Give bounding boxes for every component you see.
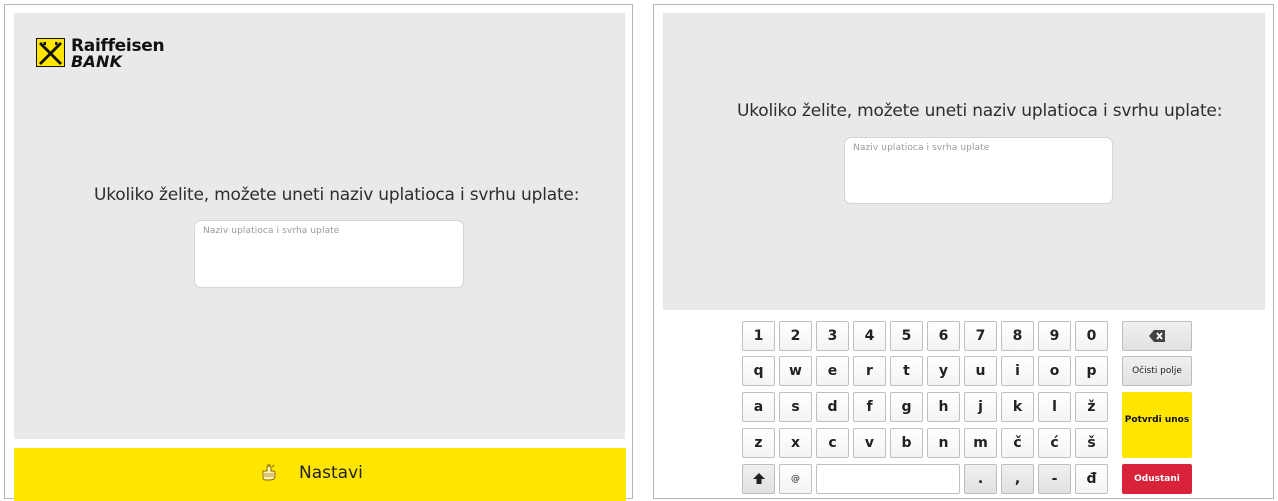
key-o[interactable]: o <box>1038 356 1071 386</box>
key-z[interactable]: z <box>742 428 775 458</box>
key-g[interactable]: g <box>890 392 923 422</box>
key-v[interactable]: v <box>853 428 886 458</box>
key-s[interactable]: s <box>779 392 812 422</box>
payer-purpose-input[interactable]: Naziv uplatioca i svrha uplate <box>194 220 464 288</box>
key-w[interactable]: w <box>779 356 812 386</box>
payer-purpose-placeholder: Naziv uplatioca i svrha uplate <box>853 143 990 153</box>
key-0[interactable]: 0 <box>1075 321 1108 351</box>
key-m[interactable]: m <box>964 428 997 458</box>
key-f[interactable]: f <box>853 392 886 422</box>
backspace-button[interactable] <box>1122 321 1192 351</box>
key-dot[interactable]: . <box>964 464 997 494</box>
key-dash[interactable]: - <box>1038 464 1071 494</box>
continue-button[interactable]: Nastavi <box>14 448 626 501</box>
key-9[interactable]: 9 <box>1038 321 1071 351</box>
key-b[interactable]: b <box>890 428 923 458</box>
key-7[interactable]: 7 <box>964 321 997 351</box>
key-c[interactable]: c <box>816 428 849 458</box>
key-at[interactable]: @ <box>779 464 812 494</box>
key-2[interactable]: 2 <box>779 321 812 351</box>
key-h[interactable]: h <box>927 392 960 422</box>
key-y[interactable]: y <box>927 356 960 386</box>
payer-purpose-input[interactable]: Naziv uplatioca i svrha uplate <box>844 137 1113 204</box>
key-x[interactable]: x <box>779 428 812 458</box>
key-4[interactable]: 4 <box>853 321 886 351</box>
payer-purpose-placeholder: Naziv uplatioca i svrha uplate <box>203 226 340 236</box>
raiffeisen-logo: Raiffeisen BANK <box>36 34 176 74</box>
key-d[interactable]: d <box>816 392 849 422</box>
key-dj[interactable]: đ <box>1075 464 1108 494</box>
key-l[interactable]: l <box>1038 392 1071 422</box>
key-3[interactable]: 3 <box>816 321 849 351</box>
key-8[interactable]: 8 <box>1001 321 1034 351</box>
continue-button-content: Nastavi <box>259 463 363 483</box>
payer-purpose-prompt: Ukoliko želite, možete uneti naziv uplat… <box>94 185 580 205</box>
key-c-caron[interactable]: č <box>1001 428 1034 458</box>
shift-arrow-icon <box>752 473 765 484</box>
space-bar[interactable] <box>816 464 960 494</box>
key-r[interactable]: r <box>853 356 886 386</box>
key-z-caron[interactable]: ž <box>1075 392 1108 422</box>
key-comma[interactable]: , <box>1001 464 1034 494</box>
key-k[interactable]: k <box>1001 392 1034 422</box>
shift-button[interactable] <box>742 464 775 494</box>
key-n[interactable]: n <box>927 428 960 458</box>
raiffeisen-cross-horse-logo-icon <box>36 38 65 67</box>
key-q[interactable]: q <box>742 356 775 386</box>
key-e[interactable]: e <box>816 356 849 386</box>
key-a[interactable]: a <box>742 392 775 422</box>
right-content-area: Ukoliko želite, možete uneti naziv uplat… <box>663 13 1265 310</box>
key-s-caron[interactable]: š <box>1075 428 1108 458</box>
logo-text-bank: BANK <box>71 52 123 71</box>
cancel-button[interactable]: Odustani <box>1122 464 1192 494</box>
key-5[interactable]: 5 <box>890 321 923 351</box>
clear-field-button[interactable]: Očisti polje <box>1122 356 1192 386</box>
continue-button-label: Nastavi <box>299 463 363 483</box>
payer-purpose-prompt: Ukoliko želite, možete uneti naziv uplat… <box>737 101 1223 121</box>
right-atm-screen: Ukoliko želite, možete uneti naziv uplat… <box>653 4 1274 499</box>
key-c-acute[interactable]: ć <box>1038 428 1071 458</box>
key-t[interactable]: t <box>890 356 923 386</box>
raiffeisen-cross-horse-svg-icon <box>39 42 62 65</box>
confirm-entry-button[interactable]: Potvrdi unos <box>1122 392 1192 458</box>
left-content-area: Raiffeisen BANK Ukoliko želite, možete u… <box>14 13 625 439</box>
hand-pointer-icon <box>262 464 276 481</box>
left-atm-screen: Raiffeisen BANK Ukoliko želite, možete u… <box>4 4 633 501</box>
key-i[interactable]: i <box>1001 356 1034 386</box>
key-6[interactable]: 6 <box>927 321 960 351</box>
backspace-icon <box>1149 330 1165 342</box>
key-j[interactable]: j <box>964 392 997 422</box>
key-u[interactable]: u <box>964 356 997 386</box>
on-screen-keyboard: 1 2 3 4 5 6 7 8 9 0 q w e r t y u i o p … <box>742 321 1192 495</box>
key-1[interactable]: 1 <box>742 321 775 351</box>
key-p[interactable]: p <box>1075 356 1108 386</box>
